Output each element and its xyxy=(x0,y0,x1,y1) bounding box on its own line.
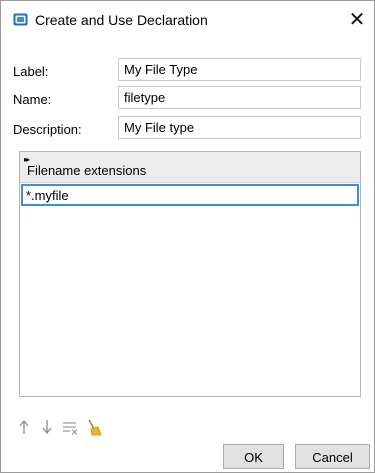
list-header-label: Filename extensions xyxy=(27,163,147,178)
ok-button[interactable]: OK xyxy=(223,444,284,469)
name-field[interactable] xyxy=(118,86,361,109)
app-window-icon xyxy=(13,13,28,26)
close-button[interactable]: ✕ xyxy=(340,1,374,39)
delete-list-icon[interactable] xyxy=(61,417,79,437)
title-bar: Create and Use Declaration ✕ xyxy=(1,1,374,39)
arrow-down-icon[interactable] xyxy=(38,417,56,437)
description-caption: Description: xyxy=(13,122,82,137)
cancel-button[interactable]: Cancel xyxy=(295,444,370,469)
name-caption: Name: xyxy=(13,92,52,107)
description-field[interactable] xyxy=(118,116,361,139)
arrow-up-icon[interactable] xyxy=(15,417,33,437)
extension-row-input[interactable] xyxy=(21,184,359,206)
label-field[interactable] xyxy=(118,58,361,81)
clear-broom-icon[interactable] xyxy=(85,417,103,437)
list-header[interactable]: ▸▸ Filename extensions xyxy=(20,152,360,183)
filename-extensions-list: ▸▸ Filename extensions xyxy=(19,151,361,397)
dialog-title: Create and Use Declaration xyxy=(35,12,208,28)
create-use-declaration-dialog: Create and Use Declaration ✕ Label: Name… xyxy=(0,0,375,473)
label-caption: Label: xyxy=(13,64,49,79)
